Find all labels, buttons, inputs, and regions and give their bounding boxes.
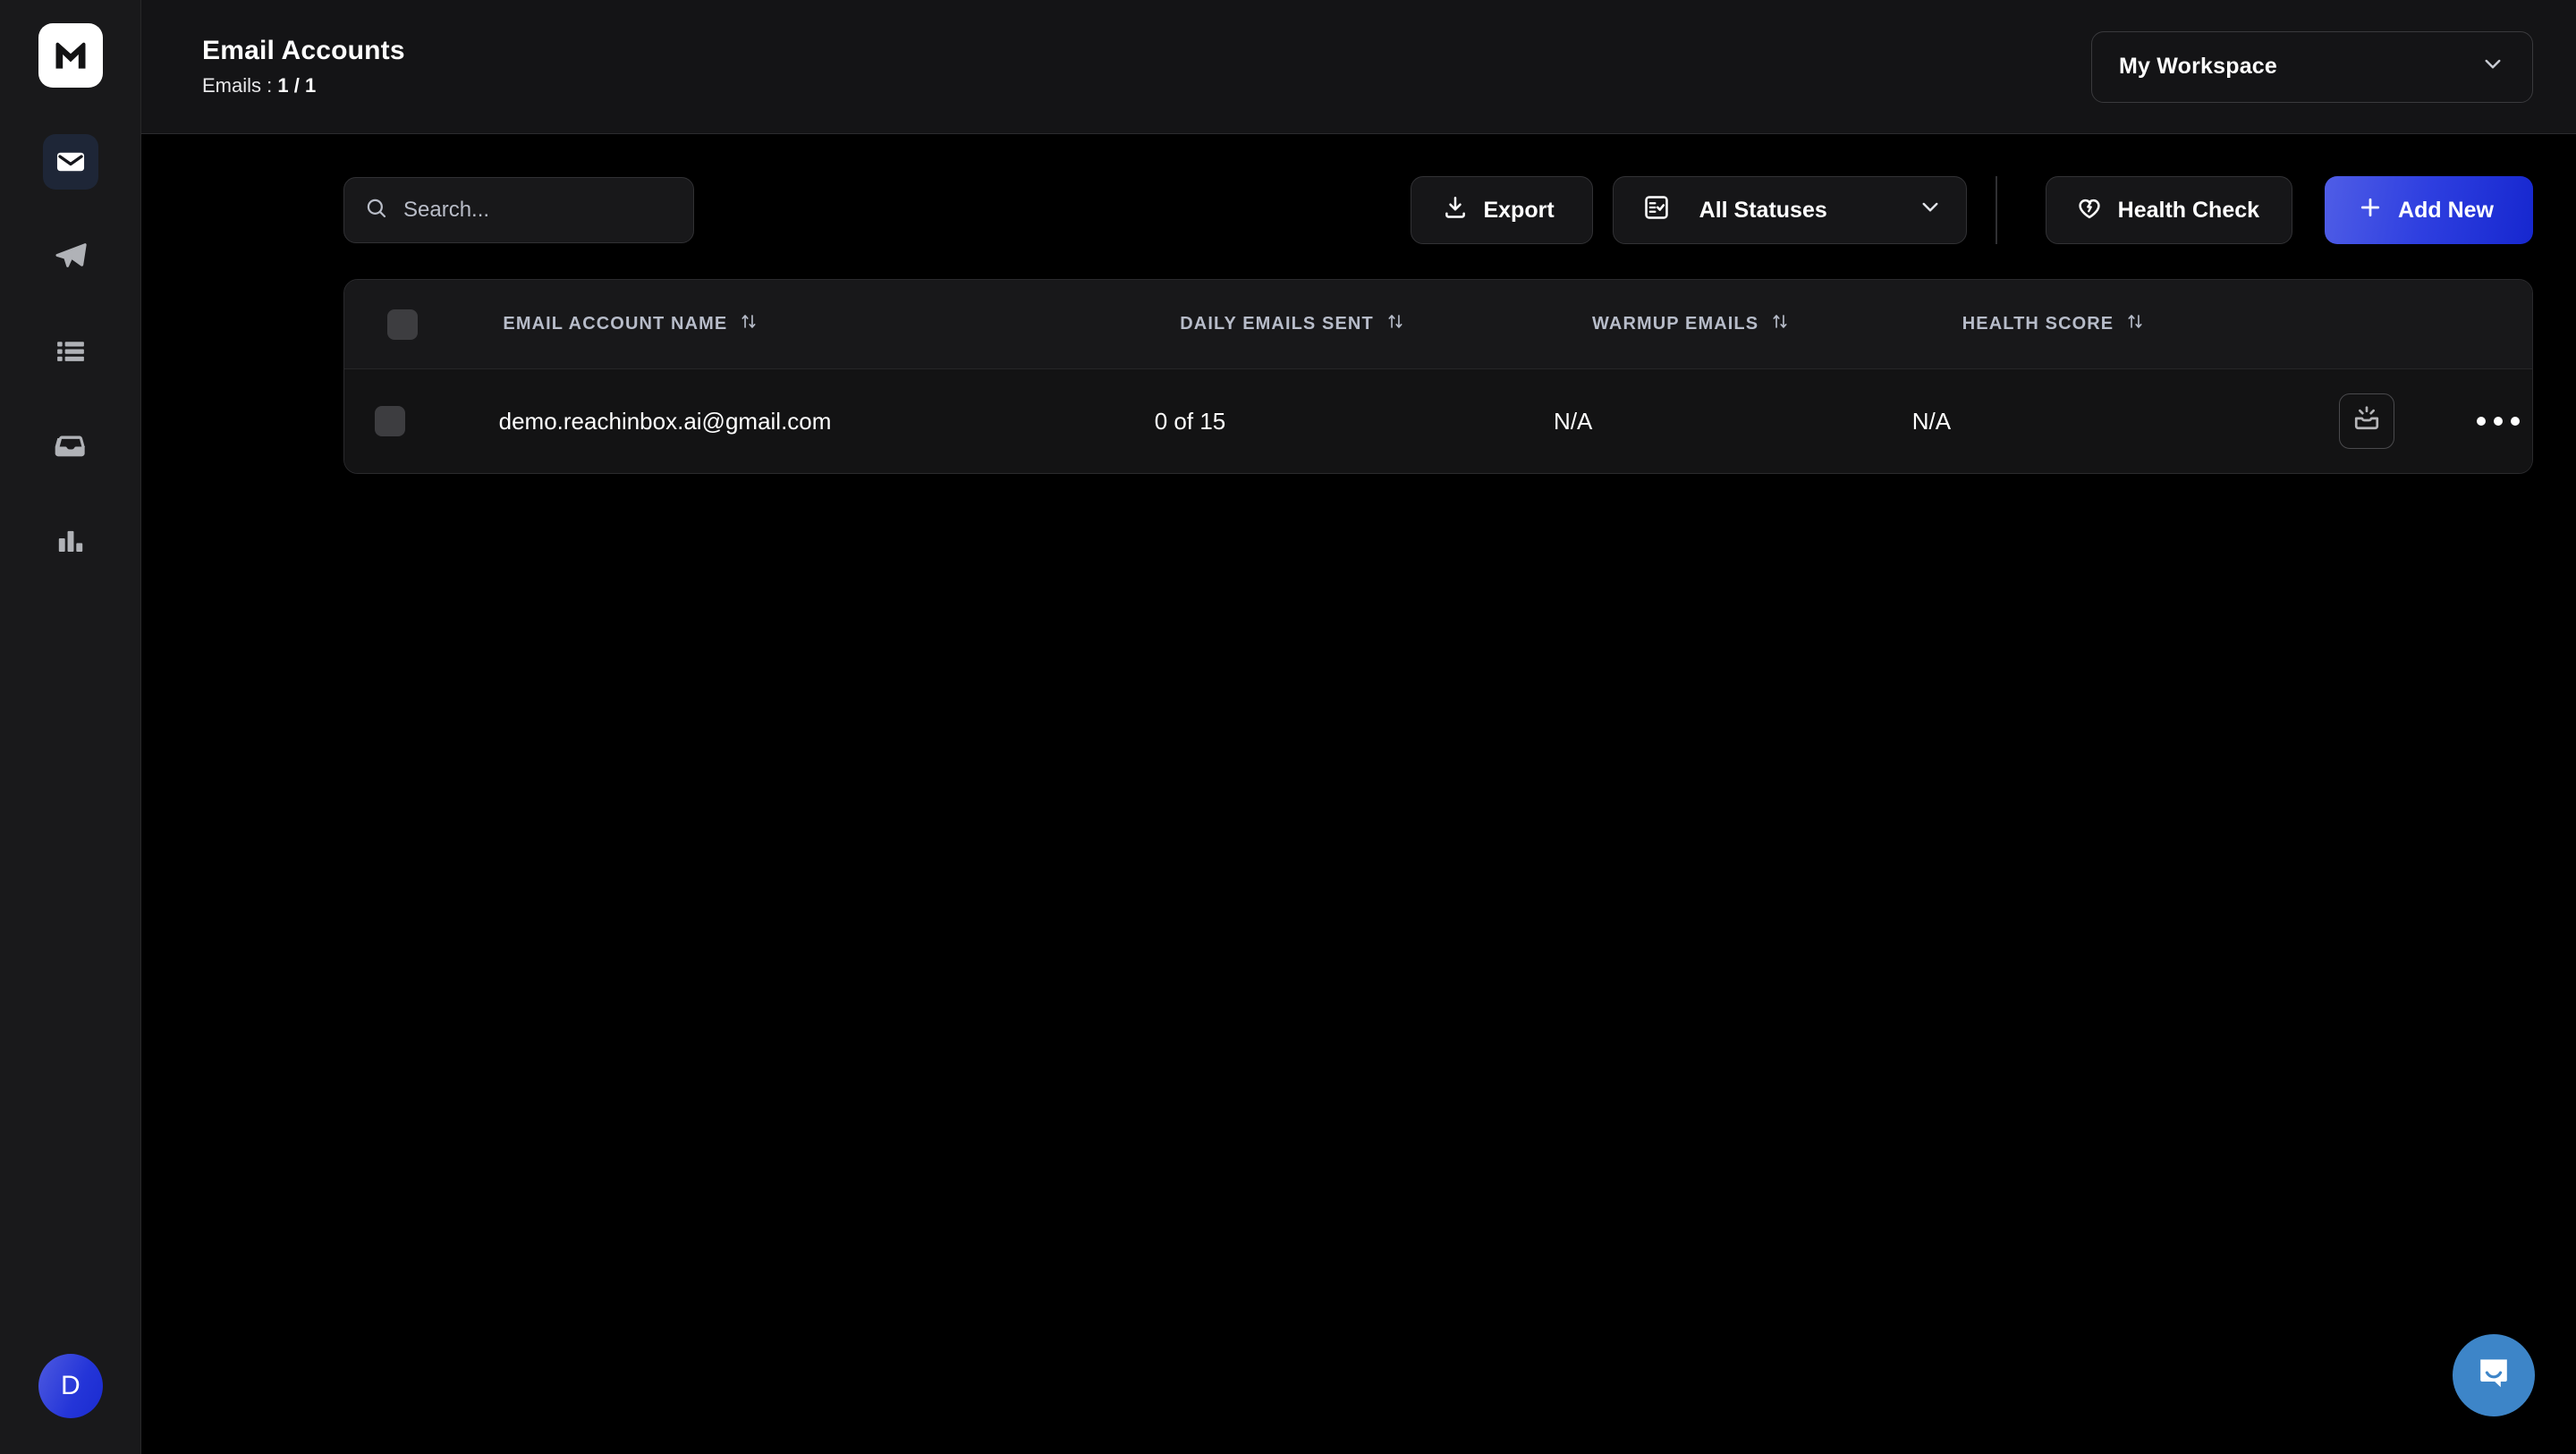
emails-count-value: 1 / 1 xyxy=(277,74,317,97)
plus-icon xyxy=(2357,194,2384,227)
heart-pulse-icon xyxy=(2075,193,2104,228)
sidebar-item-mail[interactable] xyxy=(42,134,98,190)
th-email-account-name[interactable]: EMAIL ACCOUNT NAME xyxy=(503,312,1180,337)
sidebar-item-analytics[interactable] xyxy=(43,513,98,569)
ellipsis-dot xyxy=(2494,417,2504,426)
sort-icon xyxy=(1771,312,1789,337)
th-health-score[interactable]: HEALTH SCORE xyxy=(1962,312,2331,337)
status-filter-dropdown[interactable]: All Statuses xyxy=(1612,176,1967,244)
th-warmup-emails[interactable]: WARMUP EMAILS xyxy=(1592,312,1962,337)
inbox-rays-icon xyxy=(2351,404,2382,439)
chat-widget-button[interactable] xyxy=(2453,1334,2535,1416)
status-filter-label: All Statuses xyxy=(1699,197,1827,223)
health-check-button[interactable]: Health Check xyxy=(2045,176,2293,244)
avatar-initial: D xyxy=(61,1371,80,1400)
cell-actions xyxy=(2269,393,2464,449)
sort-icon xyxy=(2126,312,2144,337)
row-checkbox[interactable] xyxy=(375,406,405,436)
list-icon xyxy=(54,334,88,368)
table-row[interactable]: demo.reachinbox.ai@gmail.com 0 of 15 N/A… xyxy=(344,369,2532,473)
table-container: EMAIL ACCOUNT NAME DAILY EMAILS SENT WAR… xyxy=(141,247,2576,474)
page-title: Email Accounts xyxy=(202,36,405,65)
ellipsis-dot xyxy=(2511,417,2521,426)
search-icon xyxy=(364,196,389,225)
inbox-rays-icon-button[interactable] xyxy=(2338,393,2394,449)
th-daily-emails-sent[interactable]: DAILY EMAILS SENT xyxy=(1180,312,1592,337)
download-icon xyxy=(1442,194,1469,227)
chat-bubble-icon xyxy=(2472,1352,2515,1399)
search-input[interactable] xyxy=(403,198,681,223)
main-area: Email Accounts Emails : 1 / 1 My Workspa… xyxy=(141,0,2576,1454)
emails-count-label: Emails : xyxy=(202,74,273,97)
cell-more xyxy=(2464,404,2532,438)
sort-icon xyxy=(1386,312,1404,337)
more-options-button[interactable] xyxy=(2464,404,2532,438)
search-box[interactable] xyxy=(343,177,694,243)
health-check-label: Health Check xyxy=(2117,197,2260,223)
sort-icon xyxy=(740,312,758,337)
select-all-checkbox[interactable] xyxy=(387,309,418,340)
send-icon xyxy=(53,239,89,275)
app-logo[interactable] xyxy=(38,23,103,88)
add-new-label: Add New xyxy=(2398,197,2494,223)
th-label: EMAIL ACCOUNT NAME xyxy=(503,314,728,334)
chevron-down-icon xyxy=(1918,195,1943,226)
sidebar-item-list[interactable] xyxy=(43,324,98,379)
cell-health-score: N/A xyxy=(1911,407,1952,435)
workspace-label: My Workspace xyxy=(2119,54,2278,79)
app-root: D Email Accounts Emails : 1 / 1 My Works… xyxy=(0,0,2576,1454)
cell-email-account-name: demo.reachinbox.ai@gmail.com xyxy=(498,407,832,435)
select-all-cell xyxy=(375,309,503,340)
mail-icon xyxy=(54,145,88,179)
th-label: HEALTH SCORE xyxy=(1962,314,2114,334)
toolbar: Export All Statuses xyxy=(141,134,2576,247)
chevron-down-icon xyxy=(2480,52,2505,81)
page-title-block: Email Accounts Emails : 1 / 1 xyxy=(202,36,405,97)
th-label: WARMUP EMAILS xyxy=(1592,314,1759,334)
inbox-icon xyxy=(53,428,89,464)
th-label: DAILY EMAILS SENT xyxy=(1180,314,1374,334)
row-select-cell xyxy=(375,406,499,436)
ellipsis-dot xyxy=(2477,417,2487,426)
email-accounts-table: EMAIL ACCOUNT NAME DAILY EMAILS SENT WAR… xyxy=(343,279,2533,474)
page-header: Email Accounts Emails : 1 / 1 My Workspa… xyxy=(141,0,2576,134)
table-header-row: EMAIL ACCOUNT NAME DAILY EMAILS SENT WAR… xyxy=(344,280,2532,369)
sidebar-item-inbox[interactable] xyxy=(43,418,98,474)
sidebar-item-send[interactable] xyxy=(43,229,98,284)
avatar[interactable]: D xyxy=(38,1354,103,1418)
workspace-selector[interactable]: My Workspace xyxy=(2091,30,2533,103)
page-subtitle: Emails : 1 / 1 xyxy=(202,74,405,97)
bar-chart-icon xyxy=(55,525,87,557)
cell-daily-emails-sent: 0 of 15 xyxy=(1154,407,1226,435)
export-button[interactable]: Export xyxy=(1411,176,1593,244)
add-new-button[interactable]: Add New xyxy=(2325,176,2533,244)
toolbar-divider xyxy=(1995,176,1997,244)
sidebar-nav xyxy=(0,134,140,569)
cell-warmup-emails: N/A xyxy=(1554,407,1593,435)
checklist-icon xyxy=(1642,193,1671,228)
sidebar: D xyxy=(0,0,141,1454)
export-label: Export xyxy=(1483,197,1555,223)
